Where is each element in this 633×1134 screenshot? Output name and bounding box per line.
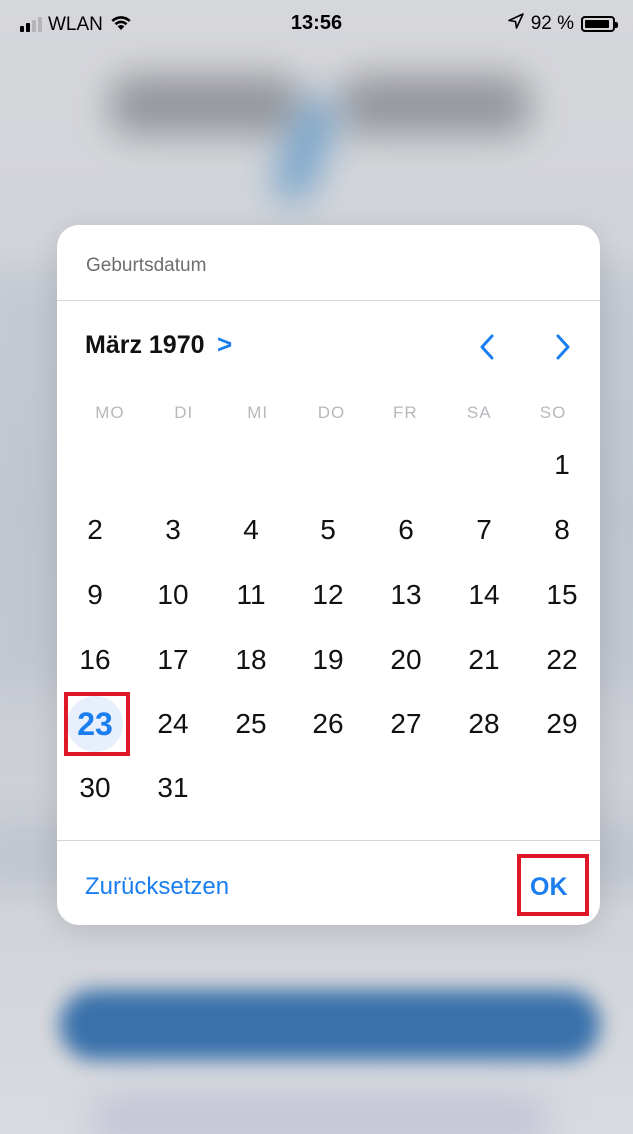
month-year-label[interactable]: März 1970 [85, 331, 205, 359]
calendar-day[interactable]: 9 [65, 570, 125, 620]
calendar-day[interactable]: 26 [298, 699, 358, 749]
title-divider [57, 300, 600, 301]
chevron-left-icon [480, 334, 494, 360]
calendar-day[interactable]: 4 [221, 505, 281, 555]
month-expand-chevron-icon[interactable]: > [217, 329, 232, 359]
calendar-day[interactable]: 5 [298, 505, 358, 555]
calendar-day[interactable]: 14 [454, 570, 514, 620]
calendar-day[interactable]: 10 [143, 570, 203, 620]
calendar-day[interactable]: 25 [221, 699, 281, 749]
calendar-day[interactable]: 16 [65, 635, 125, 685]
calendar-day[interactable]: 28 [454, 699, 514, 749]
calendar-day[interactable]: 6 [376, 505, 436, 555]
chevron-right-icon [556, 334, 570, 360]
previous-month-button[interactable] [467, 327, 507, 367]
calendar-day[interactable]: 8 [532, 505, 592, 555]
next-month-button[interactable] [543, 327, 583, 367]
battery-icon [581, 16, 618, 32]
weekday-label: DO [317, 403, 346, 422]
calendar-day[interactable]: 21 [454, 635, 514, 685]
calendar-day[interactable]: 1 [532, 440, 592, 490]
weekday-label: SA [466, 403, 492, 422]
calendar-day[interactable]: 27 [376, 699, 436, 749]
calendar-day[interactable]: 15 [532, 570, 592, 620]
weekday-header: MO DI MI DO FR SA SO [73, 403, 590, 423]
calendar-day[interactable]: 3 [143, 505, 203, 555]
calendar-day[interactable]: 19 [298, 635, 358, 685]
calendar-day[interactable]: 18 [221, 635, 281, 685]
calendar-day[interactable]: 22 [532, 635, 592, 685]
calendar-day[interactable]: 13 [376, 570, 436, 620]
date-picker-dialog: Geburtsdatum März 1970 > MO DI MI DO FR SA SO … [57, 225, 600, 925]
ok-button-highlight-box [517, 854, 589, 916]
calendar-day[interactable]: 20 [376, 635, 436, 685]
calendar-day[interactable]: 29 [532, 699, 592, 749]
selected-day-highlight-box [64, 692, 130, 756]
calendar-day[interactable]: 17 [143, 635, 203, 685]
calendar-day[interactable]: 24 [143, 699, 203, 749]
calendar-day[interactable]: 31 [143, 763, 203, 813]
calendar-day[interactable]: 12 [298, 570, 358, 620]
calendar-day-grid: 1 2 3 4 5 6 7 8 9 10 11 12 13 14 15 16 17 18 19 20 21 22 23 24 2… [57, 440, 600, 812]
status-bar: WLAN 13:56 92 % [0, 0, 633, 48]
weekday-label: MO [95, 403, 125, 422]
footer-divider [57, 840, 600, 841]
calendar-day[interactable]: 11 [221, 570, 281, 620]
dialog-title: Geburtsdatum [86, 255, 207, 276]
reset-button[interactable]: Zurücksetzen [85, 873, 229, 901]
calendar-day[interactable]: 2 [65, 505, 125, 555]
calendar-day[interactable]: 30 [65, 763, 125, 813]
battery-percent: 92 % [530, 13, 574, 34]
weekday-label: FR [393, 403, 418, 422]
weekday-label: DI [174, 403, 194, 422]
location-arrow-icon [507, 13, 524, 35]
weekday-label: SO [539, 403, 567, 422]
calendar-day[interactable]: 7 [454, 505, 514, 555]
weekday-label: MI [247, 403, 269, 422]
status-right: 92 % [507, 13, 618, 35]
